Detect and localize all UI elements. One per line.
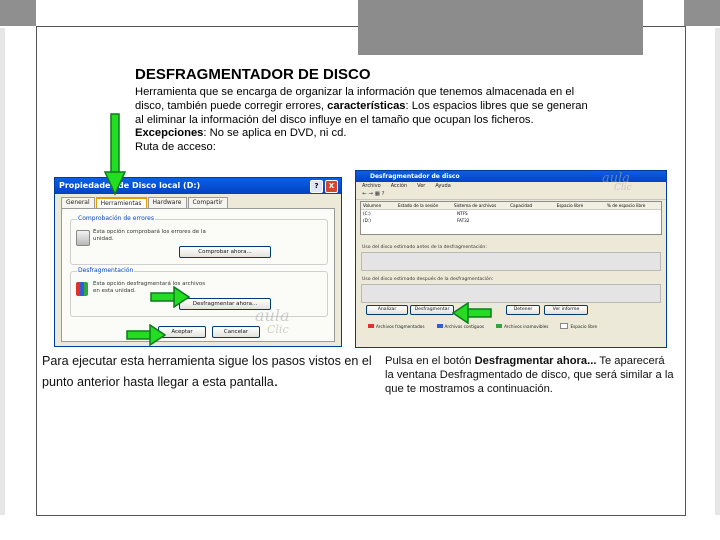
exceptions-line: Excepciones: No se aplica en DVD, ni cd. [135,127,595,141]
usage-before-label: Uso del disco estimado antes de la desfr… [362,245,487,250]
down-arrow-icon [104,113,126,196]
description-features-label: características [327,99,406,112]
defrag-group-label: Desfragmentación [77,267,135,274]
slide-description: Herramienta que se encarga de organizar … [135,86,595,155]
corner-block-left [0,0,36,26]
defrag-window-title: Desfragmentador de disco [370,173,460,180]
legend-label: Archivos fragmentados [376,323,425,329]
tab-tools[interactable]: Herramientas [95,197,147,208]
cancel-button[interactable]: Cancelar [212,326,260,338]
menu-help[interactable]: Ayuda [435,182,450,190]
caption-right-button-name: Desfragmentar ahora... [474,355,597,367]
dialog-body: Comprobación de errores Esta opción comp… [61,208,335,342]
usage-after-bar [361,284,661,303]
corner-block-right [684,0,720,26]
disk-check-icon [76,230,90,246]
decorative-block [358,0,643,55]
right-arrow-icon [126,324,166,346]
defrag-window-screenshot: Desfragmentador de disco Archivo Acción … [355,170,667,348]
legend-swatch [560,323,569,329]
menu-file[interactable]: Archivo [362,182,381,190]
volume-table: Volumen Estado de la sesión Sistema de a… [360,201,662,235]
legend-label: Archivos contiguos [444,323,485,329]
caption-left-period: . [273,372,279,390]
legend-label: Espacio libre [570,323,598,329]
view-report-button[interactable]: Ver informe [544,305,588,315]
caption-left-text: Para ejecutar esta herramienta sigue los… [42,354,372,389]
slide-title: DESFRAGMENTADOR DE DISCO [135,66,371,83]
side-stripe-left [0,28,5,515]
cell-fs: FAT32 [457,218,470,223]
access-path: Ruta de acceso: [135,141,216,154]
legend-swatch [496,324,503,328]
legend-label: Archivos inamovibles [504,323,549,329]
defragment-button[interactable]: Desfragmentar [410,305,454,315]
cell-volume: (D:) [363,218,371,223]
watermark-clic: Clic [614,183,632,193]
cell-volume: (C:) [363,211,371,216]
legend-item: Archivos fragmentados [368,323,425,329]
help-button[interactable]: ? [310,180,323,193]
cell-state [397,210,455,217]
error-check-group: Comprobación de errores Esta opción comp… [70,215,328,265]
right-arrow-icon [150,286,190,308]
usage-before-bar [361,252,661,271]
col-free-space: Espacio libre [556,203,584,208]
properties-dialog-screenshot: Propiedades de Disco local (D:) ? X Gene… [54,177,342,347]
col-session-state: Estado de la sesión [397,203,439,208]
side-stripe-right [715,28,720,515]
col-file-system: Sistema de archivos [453,203,497,208]
volume-table-header: Volumen Estado de la sesión Sistema de a… [361,202,661,210]
error-check-text: Esta opción comprobará los errores de la… [93,229,206,242]
col-volume: Volumen [363,203,382,208]
close-button[interactable]: X [325,180,338,193]
exceptions-text: : No se aplica en DVD, ni cd. [203,127,347,140]
dialog-title-bar: Propiedades de Disco local (D:) ? X [55,178,341,194]
exceptions-label: Excepciones [135,127,204,140]
cell-fs: NTFS [457,211,468,216]
col-capacity: Capacidad [510,203,533,208]
tab-hardware[interactable]: Hardware [147,197,187,208]
watermark-clic: Clic [267,323,289,336]
legend-swatch [436,324,443,328]
caption-left: Para ejecutar esta herramienta sigue los… [42,352,382,392]
check-now-button[interactable]: Comprobar ahora... [179,246,271,258]
tab-general[interactable]: General [61,197,95,208]
defrag-icon [76,282,88,296]
dialog-tabs: General Herramientas Hardware Compartir [55,194,341,208]
watermark-logo-sub: Clic [614,183,632,193]
table-row[interactable]: (D:) FAT32 [361,217,661,224]
stop-button[interactable]: Detener [506,305,540,315]
tab-sharing[interactable]: Compartir [187,197,228,208]
left-arrow-icon [452,302,492,324]
analyze-button[interactable]: Analizar [366,305,408,315]
table-row[interactable]: (C:) NTFS [361,210,661,217]
menu-action[interactable]: Acción [391,182,407,190]
description-paragraph: Herramienta que se encarga de organizar … [135,86,595,127]
caption-right: Pulsa en el botón Desfragmentar ahora...… [385,354,675,396]
menu-view[interactable]: Ver [417,182,425,190]
legend-item: Archivos inamovibles [496,323,548,329]
legend-item: Espacio libre [560,323,597,329]
legend-swatch [368,324,374,328]
watermark-logo-sub: Clic [267,323,289,336]
dialog-title: Propiedades de Disco local (D:) [59,181,201,190]
cell-state [397,217,455,224]
caption-right-text-a: Pulsa en el botón [385,355,475,367]
error-check-label: Comprobación de errores [77,215,155,222]
usage-after-label: Uso del disco estimado después de la des… [362,277,494,282]
col-free-percent: % de espacio libre [606,203,646,208]
